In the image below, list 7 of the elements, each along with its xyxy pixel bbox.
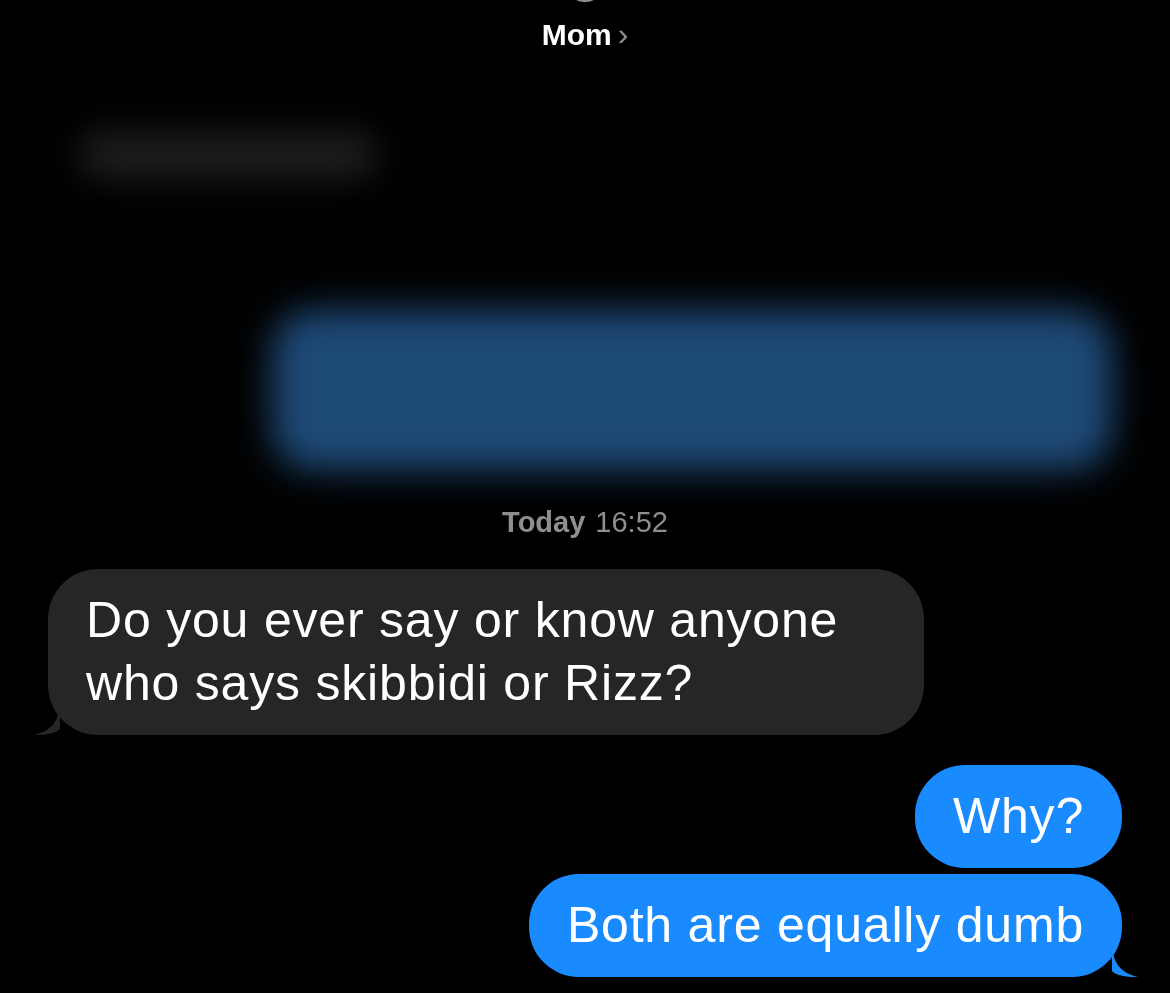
timestamp-day: Today — [502, 506, 586, 539]
chevron-icon[interactable]: › — [617, 16, 629, 53]
contact-name[interactable]: Mom — [541, 18, 612, 52]
message-bubble[interactable]: Both are equally dumb — [528, 874, 1122, 977]
message-bubble[interactable]: Do you ever say or know anyone who says skibbidi or Rizz? — [48, 569, 924, 735]
message-bubble[interactable]: Why? — [915, 765, 1122, 868]
timestamp-time: 16:52 — [595, 506, 668, 539]
